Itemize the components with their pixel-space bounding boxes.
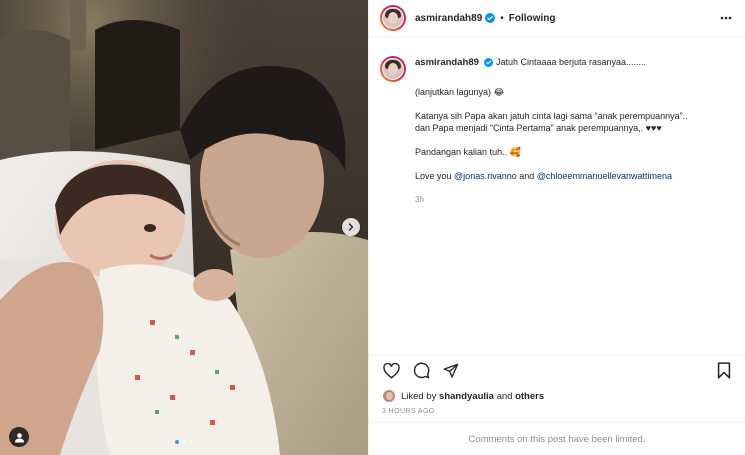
liker-avatar[interactable] <box>382 389 396 403</box>
carousel-dot <box>175 440 179 444</box>
post-container: asmirandah89 • Following asmirandah89 Ja… <box>0 0 745 455</box>
comment-icon <box>413 362 429 379</box>
more-options-icon <box>720 16 732 20</box>
caption-love-prefix: Love you <box>415 171 452 181</box>
liker-username[interactable]: shandyaulia <box>439 391 494 402</box>
carousel-dot <box>189 440 193 444</box>
likes-others-link[interactable]: others <box>515 391 544 402</box>
header-separator: • <box>500 12 504 24</box>
caption-and-word: and <box>519 171 535 181</box>
likes-middle: and <box>496 390 513 402</box>
author-username[interactable]: asmirandah89 <box>415 13 482 24</box>
tagged-users-button[interactable] <box>9 427 29 447</box>
heart-eyes-emoji-icon: 🥰 <box>509 147 521 157</box>
more-options-button[interactable] <box>719 11 733 25</box>
verified-badge-icon <box>484 58 494 68</box>
following-button[interactable]: Following <box>509 13 556 24</box>
comments-limited-notice: Comments on this post have been limited. <box>369 422 745 455</box>
share-icon <box>443 363 459 378</box>
post-photo <box>0 0 368 455</box>
caption-line-3b: dan Papa menjadi “Cinta Pertama” anak pe… <box>415 123 662 133</box>
caption-line-2: (lanjutkan lagunya) <box>415 87 492 97</box>
likes-prefix: Liked by <box>401 390 437 402</box>
carousel-indicator <box>0 440 368 444</box>
caption-line-3a: Katanya sih Papa akan jatuh cinta lagi s… <box>415 111 688 121</box>
caption-text: asmirandah89 Jatuh Cintaaaa berjuta rasa… <box>415 56 688 206</box>
share-button[interactable] <box>442 362 460 380</box>
post-sidebar: asmirandah89 • Following asmirandah89 Ja… <box>368 0 745 455</box>
caption: asmirandah89 Jatuh Cintaaaa berjuta rasa… <box>380 56 733 206</box>
author-avatar-image <box>382 7 404 29</box>
caption-line-4: Pandangan kalian tuh.. <box>415 147 508 157</box>
save-button[interactable] <box>715 362 733 380</box>
action-bar <box>369 355 745 385</box>
verified-badge-icon <box>485 13 496 23</box>
caption-time: 3h <box>415 195 424 204</box>
mention-link[interactable]: @chloeemmanuellevanwattimena <box>537 171 672 181</box>
heart-icon <box>382 362 400 378</box>
caption-area: asmirandah89 Jatuh Cintaaaa berjuta rasa… <box>369 37 745 355</box>
likes-text: Liked by shandyaulia and others <box>401 391 544 402</box>
next-slide-button[interactable] <box>342 218 360 236</box>
bookmark-icon <box>717 362 731 379</box>
like-button[interactable] <box>382 362 400 380</box>
mention-link[interactable]: @jonas.rivanno <box>454 171 517 181</box>
chevron-right-icon <box>348 223 354 231</box>
post-header: asmirandah89 • Following <box>369 0 745 37</box>
caption-line-1: Jatuh Cintaaaa berjuta rasanyaa........ <box>495 57 647 67</box>
laughing-emoji-icon: 😂 <box>493 87 505 97</box>
comment-button[interactable] <box>412 362 430 380</box>
likes-summary: Liked by shandyaulia and others <box>369 388 745 404</box>
caption-author-avatar[interactable] <box>380 56 406 82</box>
carousel-dot <box>182 440 186 444</box>
post-media[interactable] <box>0 0 368 455</box>
post-timestamp: 3 HOURS AGO <box>382 408 435 415</box>
caption-avatar-image <box>382 58 404 80</box>
caption-username[interactable]: asmirandah89 <box>415 57 479 68</box>
author-avatar[interactable] <box>380 5 406 31</box>
